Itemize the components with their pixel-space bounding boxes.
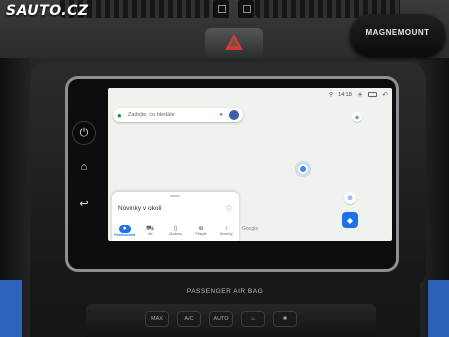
watermark-logo: SAUTO.CZ [6,3,89,19]
recenter-button[interactable]: ⊕ [344,192,356,204]
tab-label: Uloženo [168,232,183,237]
tab-label: Jet [147,232,153,237]
sheet-title: Novinky v okolí [118,205,162,212]
hazard-triangle-icon [225,34,243,50]
vent-button-right [238,0,254,18]
seat-right-blue [428,280,449,337]
tab-contribute[interactable]: ⊕ Přispět [188,222,213,241]
climate-button-max[interactable]: MAX [146,312,168,326]
info-icon[interactable]: ⓘ [226,204,232,213]
recirculation-button[interactable]: ✱ [274,312,296,326]
avatar[interactable] [229,110,239,120]
mic-icon[interactable]: ● [219,112,223,118]
pin-icon: ● [118,224,131,234]
search-input[interactable]: Zadejte, co hledáte [128,112,219,118]
home-button[interactable]: ⌂ [73,156,95,178]
map-pin-icon: ● [117,110,122,120]
phone-mount: MAGNEMOUNT [350,14,445,56]
sheet-drag-handle[interactable] [170,195,180,197]
crosshair-icon: ⊕ [347,195,353,202]
back-arrow-icon: ↩ [79,197,89,210]
home-icon: ⌂ [80,161,88,173]
layers-button[interactable]: ◈ [352,112,362,122]
seat-heat-button[interactable]: ♨ [242,312,264,326]
bottom-tabs: ● Prozkoumat ⛟ Jet ▯ Uloženo ⊕ Přispět ♪… [112,222,239,241]
tab-updates[interactable]: ♪ Novinky [214,222,239,241]
window-icon[interactable] [368,92,378,97]
current-location-marker [300,166,306,172]
explore-sheet[interactable]: Novinky v okolí ⓘ ● Prozkoumat ⛟ Jet ▯ U… [112,192,239,241]
tab-label: Prozkoumat [114,233,135,238]
seat-left-blue [0,280,22,337]
tab-saved[interactable]: ▯ Uloženo [163,222,188,241]
brightness-icon[interactable]: ☀ [357,91,363,99]
layers-icon: ◈ [354,114,360,121]
tab-label: Přispět [195,232,207,237]
back-icon[interactable]: ↶ [382,91,388,99]
back-button[interactable]: ↩ [73,192,95,214]
status-time: 14:18 [338,91,352,98]
power-button[interactable]: ⏻ [73,122,95,144]
tab-explore[interactable]: ● Prozkoumat [112,222,137,241]
navigation-arrow-icon: ◆ [346,215,354,225]
climate-button-ac[interactable]: A/C [178,312,200,326]
power-icon: ⏻ [79,126,89,139]
hazard-button[interactable] [205,28,263,58]
airbag-label: PASSENGER AIR BAG [186,288,264,295]
climate-button-auto[interactable]: AUTO [210,312,232,326]
location-icon: ⚲ [329,91,334,98]
tab-go[interactable]: ⛟ Jet [137,222,162,241]
status-bar: ⚲ 14:18 ☀ ↶ [329,90,388,99]
navigate-button[interactable]: ◆ [342,212,358,228]
maps-screen[interactable]: ⚲ 14:18 ☀ ↶ ● Zadejte, co hledáte ● ◈ ⊕ … [108,88,392,241]
phone-mount-brand: MAGNEMOUNT [365,28,430,37]
google-attribution: Google [242,226,259,232]
vent-button-left [213,0,229,18]
tab-label: Novinky [219,232,233,237]
search-bar[interactable]: ● Zadejte, co hledáte ● [113,108,243,122]
